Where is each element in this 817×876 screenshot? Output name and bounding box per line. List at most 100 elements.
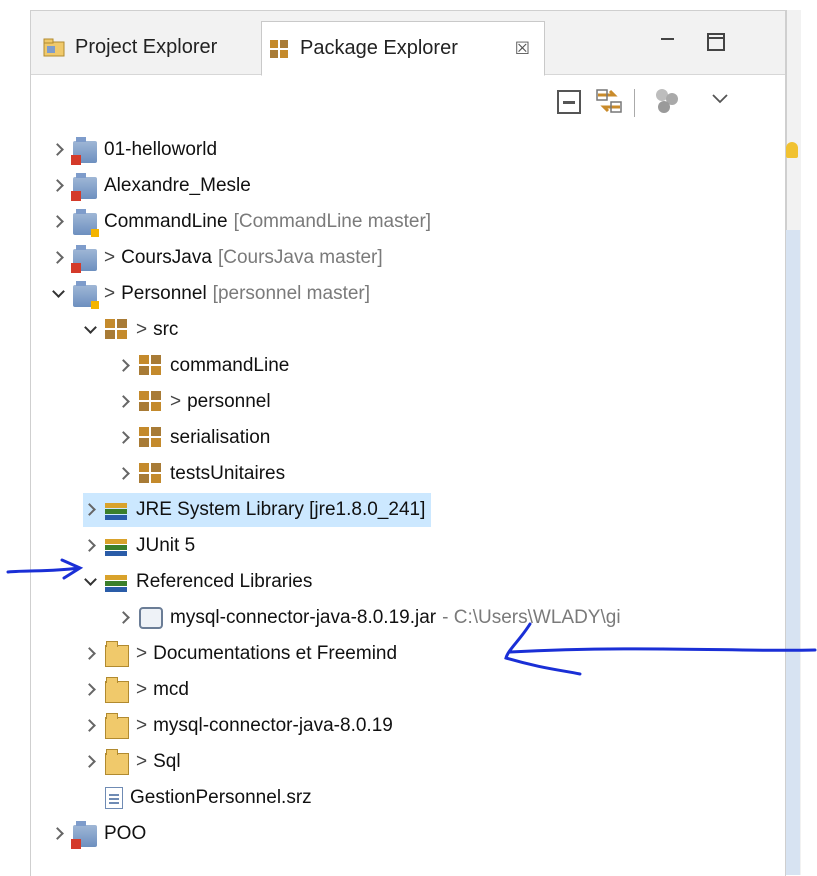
project-explorer-icon — [43, 36, 65, 58]
tree-item-personnel[interactable]: > Personnel [personnel master] — [51, 277, 370, 311]
library-icon — [105, 571, 129, 593]
expand-chevron-icon[interactable] — [117, 358, 133, 374]
expand-chevron-icon[interactable] — [117, 466, 133, 482]
dirty-marker: > — [170, 391, 182, 412]
tree-item-personnel-package[interactable]: > personnel — [117, 385, 271, 419]
tree-item-label: commandLine — [170, 355, 290, 376]
git-branch-decoration: [CommandLine master] — [233, 211, 432, 232]
expand-chevron-icon[interactable] — [51, 826, 67, 842]
minimize-button[interactable] — [659, 33, 677, 51]
folder-icon — [105, 677, 129, 703]
tree-item-label: serialisation — [170, 427, 271, 448]
package-explorer-view: Project Explorer Package Explorer ☒ 01-h… — [30, 10, 786, 876]
toolbar-separator — [634, 89, 635, 117]
tree-item-junit-5[interactable]: JUnit 5 — [83, 529, 195, 563]
collapse-chevron-icon[interactable] — [83, 322, 99, 338]
tree-item-documentations[interactable]: > Documentations et Freemind — [83, 637, 397, 671]
tab-project-explorer[interactable]: Project Explorer — [37, 21, 259, 73]
tree-item-mcd[interactable]: > mcd — [83, 673, 189, 707]
expand-chevron-icon[interactable] — [83, 538, 99, 554]
expand-chevron-icon[interactable] — [83, 682, 99, 698]
tree-item-label: 01-helloworld — [104, 139, 218, 160]
tree-item-referenced-libraries[interactable]: Referenced Libraries — [83, 565, 312, 599]
package-icon — [139, 427, 163, 449]
package-icon — [139, 391, 163, 413]
maximize-button[interactable] — [707, 33, 725, 51]
java-project-error-icon — [71, 137, 97, 165]
tree-item-coursjava[interactable]: > CoursJava [CoursJava master] — [51, 241, 383, 275]
folder-icon — [105, 713, 129, 739]
tree-item-label: personnel — [187, 391, 271, 412]
expand-chevron-icon[interactable] — [83, 502, 99, 518]
library-icon — [105, 535, 129, 557]
tree-item-commandline[interactable]: CommandLine [CommandLine master] — [51, 205, 431, 239]
tab-package-explorer[interactable]: Package Explorer ☒ — [261, 21, 545, 76]
tree-item-label: CoursJava — [121, 247, 212, 268]
tree-item-label: testsUnitaires — [170, 463, 286, 484]
java-project-git-icon — [73, 209, 99, 237]
tree-item-label: JRE System Library [jre1.8.0_241] — [136, 499, 426, 520]
tab-package-explorer-label: Package Explorer — [300, 37, 458, 59]
tree-item-src[interactable]: > src — [83, 313, 178, 347]
git-branch-decoration: [CoursJava master] — [217, 247, 383, 268]
collapse-all-icon[interactable] — [557, 90, 581, 114]
expand-chevron-icon[interactable] — [117, 610, 133, 626]
view-menu-chevron-icon[interactable] — [711, 86, 729, 116]
tree-item-sql[interactable]: > Sql — [83, 745, 181, 779]
expand-chevron-icon[interactable] — [51, 214, 67, 230]
tree-item-01-helloworld[interactable]: 01-helloworld — [51, 133, 217, 167]
link-with-editor-icon[interactable] — [594, 86, 624, 116]
tree-item-gestionpersonnel-srz[interactable]: GestionPersonnel.srz — [83, 781, 312, 815]
expand-chevron-icon[interactable] — [117, 394, 133, 410]
tree-item-testsunitaires[interactable]: testsUnitaires — [117, 457, 285, 491]
dirty-marker: > — [104, 283, 116, 304]
tree-item-alexandre-mesle[interactable]: Alexandre_Mesle — [51, 169, 251, 203]
dirty-marker: > — [136, 319, 148, 340]
tree-item-label: mcd — [153, 679, 190, 700]
tree-item-poo[interactable]: POO — [51, 817, 146, 851]
tree-item-mysql-connector-folder[interactable]: > mysql-connector-java-8.0.19 — [83, 709, 393, 743]
jar-icon — [139, 607, 163, 629]
expand-chevron-icon[interactable] — [117, 430, 133, 446]
tree-item-label: Personnel — [121, 283, 207, 304]
expand-chevron-icon[interactable] — [51, 178, 67, 194]
collapse-chevron-icon[interactable] — [51, 286, 67, 302]
top-strip — [0, 0, 817, 10]
expand-chevron-icon[interactable] — [51, 250, 67, 266]
source-folder-icon — [105, 319, 129, 341]
dirty-marker: > — [136, 679, 148, 700]
tree-item-label: Referenced Libraries — [136, 571, 313, 592]
tree-item-label: GestionPersonnel.srz — [130, 787, 312, 808]
expand-chevron-icon[interactable] — [83, 718, 99, 734]
expand-chevron-icon[interactable] — [83, 646, 99, 662]
tree-item-label: Alexandre_Mesle — [104, 175, 251, 196]
tree-item-label: CommandLine — [104, 211, 228, 232]
expand-chevron-icon[interactable] — [83, 754, 99, 770]
lightbulb-icon — [786, 142, 798, 158]
git-branch-decoration: [personnel master] — [212, 283, 371, 304]
filter-icon[interactable] — [653, 86, 681, 116]
jar-path-decoration: - C:\Users\WLADY\gi — [442, 607, 621, 628]
java-project-error-icon — [71, 173, 97, 201]
dirty-marker: > — [136, 751, 148, 772]
file-icon — [105, 787, 123, 809]
tree-item-serialisation[interactable]: serialisation — [117, 421, 270, 455]
editor-area-edge — [786, 10, 817, 875]
folder-icon — [105, 641, 129, 667]
tab-project-explorer-label: Project Explorer — [75, 35, 218, 58]
java-project-error-icon — [71, 821, 97, 849]
expand-chevron-icon[interactable] — [51, 142, 67, 158]
tree-item-mysql-connector-jar[interactable]: mysql-connector-java-8.0.19.jar - C:\Use… — [117, 601, 621, 635]
folder-icon — [105, 749, 129, 775]
tree-item-jre-system-library[interactable]: JRE System Library [jre1.8.0_241] — [83, 493, 432, 527]
tree-item-label: JUnit 5 — [136, 535, 196, 556]
editor-scroll-strip — [786, 230, 800, 875]
close-tab-icon[interactable]: ☒ — [515, 39, 530, 59]
tree-item-commandline-package[interactable]: commandLine — [117, 349, 289, 383]
collapse-chevron-icon[interactable] — [83, 574, 99, 590]
tree-item-label: Sql — [153, 751, 181, 772]
dirty-marker: > — [136, 715, 148, 736]
package-explorer-icon — [268, 38, 290, 60]
tree-item-label: POO — [104, 823, 147, 844]
tree-item-label: Documentations et Freemind — [153, 643, 398, 664]
